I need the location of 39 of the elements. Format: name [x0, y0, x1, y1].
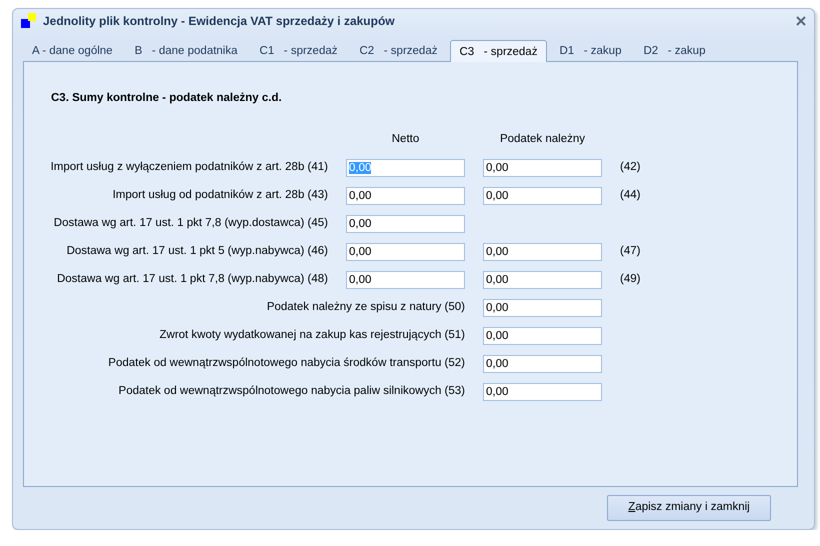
- field-label: Dostawa wg art. 17 ust. 1 pkt 7,8 (wyp.nabywca) (48): [56, 272, 328, 287]
- window-title: Jednolity plik kontrolny - Ewidencja VAT sprzedaży i zakupów: [43, 13, 395, 30]
- tab[interactable]: D2 - zakup: [634, 40, 716, 61]
- input-field[interactable]: 0,00: [483, 270, 602, 288]
- tab[interactable]: C2 - sprzedaż: [350, 40, 448, 61]
- save-close-button[interactable]: Zapisz zmiany i zamknij: [607, 495, 771, 521]
- field-label: Podatek od wewnątrzwspólnotowego nabycia paliw silnikowych (53): [118, 384, 465, 399]
- tab[interactable]: C3 - sprzedaż: [450, 40, 548, 62]
- field-label: Dostawa wg art. 17 ust. 1 pkt 5 (wyp.nabywca) (46): [66, 244, 328, 259]
- input-field[interactable]: 0,00: [483, 158, 602, 176]
- tab[interactable]: A - dane ogólne: [23, 40, 123, 61]
- field-code: (42): [620, 160, 642, 175]
- field-label: Import usług z wyłączeniem podatników z art. 28b (41): [50, 160, 328, 175]
- field-label: Podatek należny ze spisu z natury (50): [266, 300, 465, 315]
- tab[interactable]: C1 - sprzedaż: [250, 40, 348, 61]
- input-field[interactable]: 0,00: [483, 298, 602, 316]
- input-field[interactable]: 0,00: [483, 382, 602, 400]
- section-title: C3. Sumy kontrolne - podatek należny c.d.: [51, 91, 283, 106]
- app-icon: [21, 13, 37, 29]
- tab[interactable]: D1 - zakup: [550, 40, 632, 61]
- input-field[interactable]: 0,00: [346, 186, 465, 204]
- tab[interactable]: B - dane podatnika: [126, 40, 248, 61]
- input-field[interactable]: 0,00: [483, 186, 602, 204]
- input-field[interactable]: 0,00: [483, 242, 602, 260]
- input-field[interactable]: 0,00: [346, 270, 465, 288]
- field-label: Zwrot kwoty wydatkowanej na zakup kas rejestrujących (51): [158, 328, 465, 343]
- input-field[interactable]: 0,00: [483, 354, 602, 372]
- field-code: (47): [620, 244, 642, 259]
- field-label: Import usług od podatników z art. 28b (43): [112, 188, 328, 203]
- input-field[interactable]: 0,00: [346, 214, 465, 232]
- field-code: (49): [620, 272, 642, 287]
- field-code: (44): [620, 188, 642, 203]
- field-label: Dostawa wg art. 17 ust. 1 pkt 7,8 (wyp.dostawca) (45): [52, 216, 328, 231]
- field-label: Podatek od wewnątrzwspólnotowego nabycia środków transportu (52): [107, 356, 465, 371]
- input-field[interactable]: 0,00: [483, 326, 602, 344]
- column-header: Netto: [390, 132, 420, 148]
- column-header: Podatek należny: [498, 132, 586, 148]
- close-icon[interactable]: [796, 16, 806, 26]
- input-field[interactable]: 0,00: [346, 242, 465, 260]
